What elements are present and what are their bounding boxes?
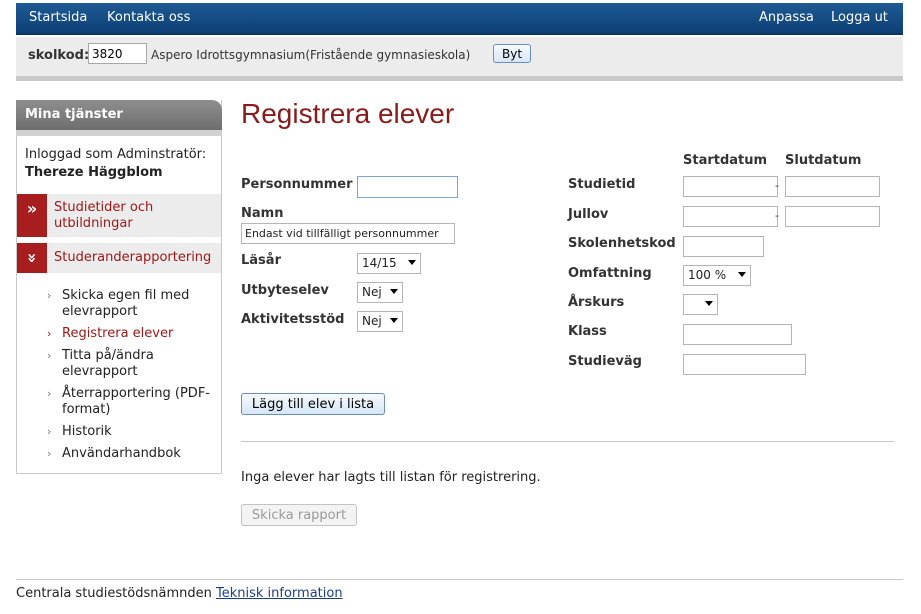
school-year-select[interactable]: 14/15 [357,253,421,274]
section-divider [241,441,894,442]
chevron-right-icon: › [47,327,52,340]
sidebar-category-label[interactable]: Studeranderapportering [54,250,219,266]
sidebar-category-study-periods[interactable]: » Studietider och utbildningar [17,194,221,237]
christmas-break-start-input[interactable] [683,206,778,227]
school-year-value: 14/15 [362,256,397,270]
double-chevron-glyph: » [23,252,42,264]
empty-list-message: Inga elever har lagts till listan för re… [241,470,541,485]
grade-label: Årskurs [568,295,625,310]
add-student-button[interactable]: Lägg till elev i lista [241,393,385,415]
scope-value: 100 % [688,268,727,282]
christmas-break-end-input[interactable] [785,206,880,227]
dropdown-arrow-icon [705,301,713,306]
study-period-end-input[interactable] [785,176,880,197]
activity-support-label: Aktivitetsstöd [241,312,345,327]
date-range-dash: - [775,209,779,222]
footer-divider [16,579,903,580]
double-chevron-down-icon: » [17,243,47,273]
study-path-label: Studieväg [568,354,642,369]
sidebar-category-student-reporting[interactable]: » Studeranderapportering [17,243,221,273]
school-code-label: skolkod: [28,48,90,63]
date-range-dash: - [775,179,779,192]
start-date-column-header: Startdatum [683,153,768,168]
exchange-student-value: Nej [362,285,382,299]
school-code-input[interactable] [88,43,147,64]
sidebar-title-strip [16,130,222,136]
dropdown-arrow-icon [408,260,416,265]
nav-contact-link[interactable]: Kontakta oss [107,10,190,25]
send-report-button[interactable]: Skicka rapport [241,504,357,526]
chevron-right-icon: › [47,289,52,302]
exchange-student-select[interactable]: Nej [357,282,403,303]
name-input[interactable] [241,223,455,244]
dropdown-arrow-icon [738,272,746,277]
login-status-text: Inloggad som Adminstratör: [25,147,207,162]
end-date-column-header: Slutdatum [785,153,862,168]
sidebar-item-label[interactable]: Historik [62,424,220,440]
school-year-label: Läsår [241,253,281,268]
sidebar-item-label[interactable]: Återrapportering (PDF-format) [62,386,220,418]
sidebar-item-label[interactable]: Användarhandbok [62,446,220,462]
nav-logout-link[interactable]: Logga ut [831,10,888,25]
personnummer-input[interactable] [357,176,458,198]
school-unit-code-input[interactable] [683,236,764,257]
school-unit-code-label: Skolenhetskod [568,236,676,251]
page-title: Registrera elever [241,98,455,129]
dropdown-arrow-icon [390,318,398,323]
sidebar: Mina tjänster Inloggad som Adminstratör:… [16,100,222,474]
sidebar-item-label[interactable]: Registrera elever [62,326,220,342]
nav-home-link[interactable]: Startsida [29,10,87,25]
technical-info-link[interactable]: Teknisk information [216,586,343,601]
scope-label: Omfattning [568,266,652,281]
class-label: Klass [568,324,607,339]
sidebar-item-label[interactable]: Titta på/ändra elevrapport [62,348,220,380]
dropdown-arrow-icon [390,289,398,294]
activity-support-select[interactable]: Nej [357,311,403,332]
chevron-right-icon: › [47,349,52,362]
scope-select[interactable]: 100 % [683,265,751,286]
christmas-break-label: Jullov [568,207,609,222]
sidebar-title: Mina tjänster [16,100,222,130]
footer: Centrala studiestödsnämnden Teknisk info… [16,586,343,601]
change-school-button[interactable]: Byt [493,44,532,63]
chevron-right-icon: › [47,387,52,400]
activity-support-value: Nej [362,314,382,328]
sidebar-category-label[interactable]: Studietider och utbildningar [54,200,204,232]
class-input[interactable] [683,324,792,345]
footer-org-name: Centrala studiestödsnämnden [16,586,212,601]
double-chevron-right-icon: » [17,194,47,237]
school-name: Aspero Idrottsgymnasium(Fristående gymna… [151,48,471,62]
name-label: Namn [241,206,284,221]
study-path-input[interactable] [683,354,806,375]
exchange-student-label: Utbyteselev [241,283,329,298]
chevron-right-icon: › [47,425,52,438]
top-navigation-bar: Startsida Kontakta oss Anpassa Logga ut [16,3,903,35]
sidebar-item-label[interactable]: Skicka egen fil med elevrapport [62,288,220,320]
school-bar: skolkod: Aspero Idrottsgymnasium(Friståe… [16,37,903,81]
grade-select[interactable] [683,294,718,315]
study-period-label: Studietid [568,177,636,192]
logged-in-user-name: Thereze Häggblom [25,165,163,180]
nav-customize-link[interactable]: Anpassa [759,10,814,25]
study-period-start-input[interactable] [683,176,778,197]
personnummer-label: Personnummer [241,177,353,192]
chevron-right-icon: › [47,447,52,460]
